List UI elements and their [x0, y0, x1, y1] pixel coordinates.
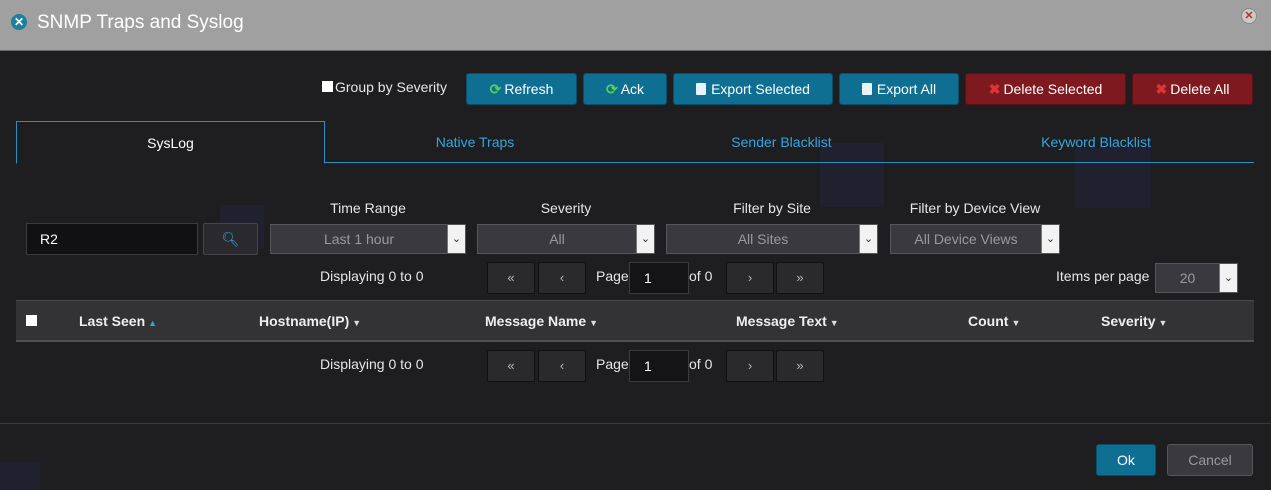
title-bar: ✕ SNMP Traps and Syslog ✕ [0, 0, 1271, 51]
last-page-button[interactable]: » [776, 350, 824, 382]
sort-desc-icon: ▼ [829, 318, 839, 328]
search-input[interactable]: R2 [26, 223, 198, 255]
sort-desc-icon: ▼ [1158, 318, 1168, 328]
tab-syslog[interactable]: SysLog [16, 121, 325, 164]
column-message-name[interactable]: Message Name ▼ [485, 313, 598, 329]
time-range-label: Time Range [330, 200, 406, 216]
site-select[interactable]: All Sites ⌄ [666, 224, 878, 254]
delete-selected-button[interactable]: ✖ Delete Selected [965, 73, 1126, 105]
delete-all-label: Delete All [1170, 81, 1230, 97]
device-view-value: All Device Views [914, 231, 1018, 247]
column-hostname[interactable]: Hostname(IP) ▼ [259, 313, 361, 329]
sort-desc-icon: ▼ [589, 318, 599, 328]
displaying-count: Displaying 0 to 0 [320, 268, 424, 284]
tab-sender-blacklist[interactable]: Sender Blacklist [625, 121, 938, 163]
file-icon [861, 83, 872, 95]
items-per-page-label: Items per page [1056, 268, 1150, 284]
sort-desc-icon: ▼ [352, 318, 362, 328]
column-label: Severity [1101, 313, 1156, 329]
export-all-label: Export All [876, 81, 937, 97]
site-filter-label: Filter by Site [733, 200, 811, 216]
sort-asc-icon: ▲ [148, 318, 158, 328]
displaying-count: Displaying 0 to 0 [320, 356, 424, 372]
items-per-page-select[interactable]: 20 ⌄ [1155, 263, 1238, 293]
refresh-icon: ⟳ [489, 81, 502, 97]
first-page-button[interactable]: « [487, 262, 535, 294]
search-button[interactable]: 🔍︎ [203, 223, 258, 255]
tab-keyword-blacklist[interactable]: Keyword Blacklist [938, 121, 1254, 163]
search-icon: 🔍︎ [221, 231, 240, 247]
delete-selected-label: Delete Selected [1003, 81, 1103, 97]
checkbox-icon[interactable] [322, 81, 333, 92]
export-all-button[interactable]: Export All [839, 73, 959, 105]
next-page-button[interactable]: › [726, 262, 774, 294]
page-total: of 0 [689, 356, 713, 372]
column-label: Message Text [736, 313, 827, 329]
select-all-checkbox[interactable] [26, 315, 37, 326]
ack-button[interactable]: ⟳ Ack [583, 73, 667, 105]
group-by-severity-label: Group by Severity [335, 79, 448, 95]
tab-native-traps[interactable]: Native Traps [325, 121, 625, 163]
column-last-seen[interactable]: Last Seen ▲ [79, 313, 157, 329]
prev-page-button[interactable]: ‹ [538, 350, 586, 382]
device-view-select[interactable]: All Device Views ⌄ [890, 224, 1060, 254]
ack-label: Ack [620, 81, 645, 97]
column-message-text[interactable]: Message Text ▼ [736, 313, 839, 329]
close-icon[interactable]: ✕ [1241, 8, 1257, 24]
group-by-severity-checkbox[interactable]: Group by Severity [322, 79, 447, 95]
chevron-down-icon[interactable]: ⌄ [1219, 264, 1237, 292]
column-severity[interactable]: Severity ▼ [1101, 313, 1167, 329]
export-selected-label: Export Selected [711, 81, 810, 97]
severity-label: Severity [540, 200, 592, 216]
page-label: Page [596, 356, 629, 372]
column-count[interactable]: Count ▼ [968, 313, 1020, 329]
cancel-button[interactable]: Cancel [1167, 444, 1253, 476]
prev-page-button[interactable]: ‹ [538, 262, 586, 294]
app-icon: ✕ [11, 14, 27, 30]
items-per-page-value: 20 [1179, 270, 1196, 286]
footer-divider [0, 423, 1271, 424]
file-icon [696, 83, 707, 95]
column-label: Hostname(IP) [259, 313, 350, 329]
column-label: Message Name [485, 313, 587, 329]
site-value: All Sites [737, 231, 789, 247]
sort-desc-icon: ▼ [1011, 318, 1021, 328]
tab-bar: SysLog Native Traps Sender Blacklist Key… [16, 121, 1254, 164]
chevron-down-icon[interactable]: ⌄ [859, 225, 877, 253]
page-number-input[interactable]: 1 [629, 350, 689, 382]
chevron-down-icon[interactable]: ⌄ [1041, 225, 1059, 253]
time-range-select[interactable]: Last 1 hour ⌄ [270, 224, 466, 254]
refresh-icon: ⟳ [605, 81, 618, 97]
severity-value: All [549, 231, 565, 247]
delete-icon: ✖ [988, 81, 1001, 97]
last-page-button[interactable]: » [776, 262, 824, 294]
column-label: Count [968, 313, 1009, 329]
chevron-down-icon[interactable]: ⌄ [636, 225, 654, 253]
severity-select[interactable]: All ⌄ [477, 224, 655, 254]
chevron-down-icon[interactable]: ⌄ [447, 225, 465, 253]
device-view-filter-label: Filter by Device View [909, 200, 1041, 216]
window-title: SNMP Traps and Syslog [37, 12, 244, 33]
first-page-button[interactable]: « [487, 350, 535, 382]
delete-all-button[interactable]: ✖ Delete All [1132, 73, 1253, 105]
snmp-traps-dialog: ✕ SNMP Traps and Syslog ✕ Group by Sever… [0, 0, 1271, 490]
bg-decoration [0, 462, 40, 490]
grid-header: Last Seen ▲ Hostname(IP) ▼ Message Name ▼ M… [16, 300, 1254, 342]
page-number-input[interactable]: 1 [629, 262, 689, 294]
delete-icon: ✖ [1155, 81, 1168, 97]
page-label: Page [596, 268, 629, 284]
page-total: of 0 [689, 268, 713, 284]
column-label: Last Seen [79, 313, 146, 329]
next-page-button[interactable]: › [726, 350, 774, 382]
export-selected-button[interactable]: Export Selected [673, 73, 833, 105]
refresh-label: Refresh [504, 81, 554, 97]
refresh-button[interactable]: ⟳ Refresh [466, 73, 577, 105]
time-range-value: Last 1 hour [323, 231, 395, 247]
ok-button[interactable]: Ok [1096, 444, 1156, 476]
